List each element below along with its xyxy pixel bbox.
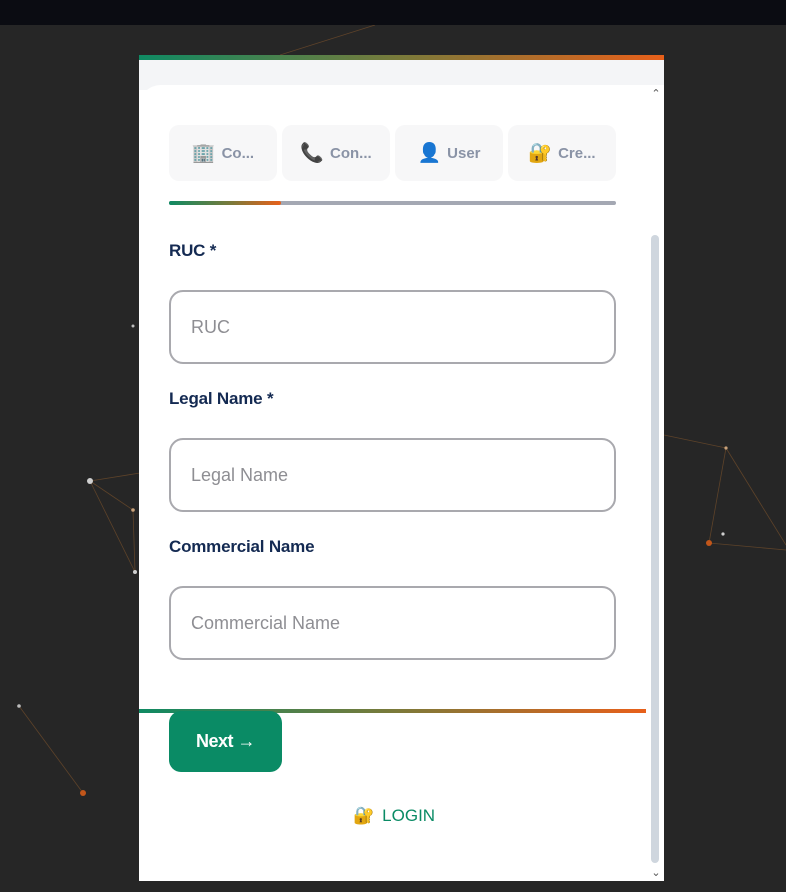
login-label: LOGIN: [382, 806, 436, 825]
next-button[interactable]: Next →: [169, 711, 282, 772]
step-progress-fill: [169, 201, 281, 205]
tab-company[interactable]: 🏢 Co...: [169, 125, 277, 181]
tab-label: Cre...: [558, 144, 596, 162]
step-tabs: 🏢 Co... 📞 Con... 👤 User 🔐 Cre...: [169, 125, 616, 181]
phone-icon: 📞: [300, 142, 324, 164]
legal-name-label: Legal Name *: [169, 389, 274, 408]
ruc-input[interactable]: [169, 290, 616, 364]
lock-icon: 🔐: [353, 806, 375, 825]
lock-icon: 🔐: [528, 142, 553, 164]
commercial-name-input[interactable]: [169, 586, 616, 660]
registration-modal: ⌃ ⌄ 🏢 Co... 📞 Con... 👤 User 🔐 Cre... RUC…: [139, 55, 664, 881]
login-link[interactable]: 🔐 LOGIN: [353, 805, 435, 827]
tab-user[interactable]: 👤 User: [395, 125, 503, 181]
tab-contact[interactable]: 📞 Con...: [282, 125, 390, 181]
tab-label: Con...: [330, 144, 372, 162]
commercial-name-label: Commercial Name: [169, 537, 315, 556]
user-icon: 👤: [417, 142, 442, 164]
scroll-down-arrow-icon[interactable]: ⌄: [650, 867, 662, 879]
scrollbar[interactable]: [651, 235, 659, 863]
tab-label: Co...: [221, 144, 255, 162]
browser-top-bar: [0, 0, 786, 25]
tab-credentials[interactable]: 🔐 Cre...: [508, 125, 616, 181]
tab-label: User: [447, 144, 481, 162]
ruc-label: RUC *: [169, 241, 217, 260]
scroll-up-arrow-icon[interactable]: ⌃: [650, 88, 662, 100]
building-icon: 🏢: [191, 142, 216, 164]
step-progress-bar: [169, 201, 616, 205]
legal-name-input[interactable]: [169, 438, 616, 512]
